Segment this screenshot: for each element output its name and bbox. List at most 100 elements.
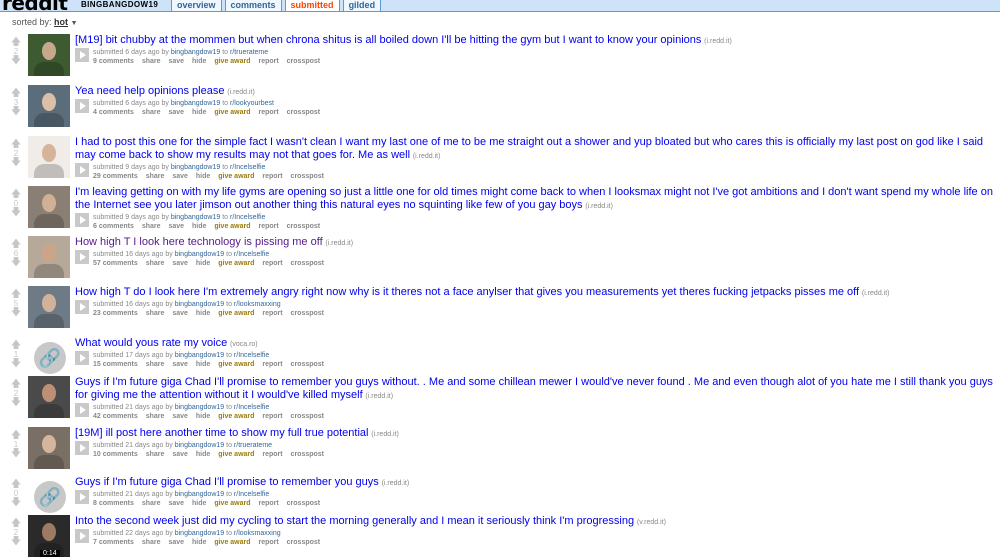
- subreddit-link[interactable]: r/Incelselfie: [234, 404, 269, 411]
- subreddit-link[interactable]: r/Incelselfie: [234, 491, 269, 498]
- report-button[interactable]: report: [262, 310, 282, 317]
- expando-play-icon[interactable]: [75, 163, 89, 177]
- tab-overview[interactable]: overview: [171, 0, 222, 11]
- hide-button[interactable]: hide: [196, 451, 210, 458]
- link-thumbnail[interactable]: 🔗: [28, 337, 70, 379]
- comments-link[interactable]: 8 comments: [93, 500, 134, 507]
- crosspost-button[interactable]: crosspost: [287, 109, 320, 116]
- share-button[interactable]: share: [142, 109, 161, 116]
- give-award-button[interactable]: give award: [218, 260, 254, 267]
- crosspost-button[interactable]: crosspost: [291, 361, 324, 368]
- post-title[interactable]: I'm leaving getting on with my life gyms…: [75, 186, 993, 211]
- tab-comments[interactable]: comments: [224, 0, 282, 11]
- save-button[interactable]: save: [168, 500, 184, 507]
- post-title[interactable]: Guys if I'm future giga Chad I'll promis…: [75, 476, 379, 488]
- save-button[interactable]: save: [168, 223, 184, 230]
- post-title[interactable]: Into the second week just did my cycling…: [75, 515, 634, 527]
- share-button[interactable]: share: [142, 223, 161, 230]
- author-link[interactable]: bingbangdow19: [175, 491, 224, 498]
- hide-button[interactable]: hide: [192, 500, 206, 507]
- upvote-arrow-icon[interactable]: 🡅: [8, 431, 24, 441]
- crosspost-button[interactable]: crosspost: [291, 260, 324, 267]
- post-domain[interactable]: (i.redd.it): [365, 393, 393, 400]
- expando-play-icon[interactable]: [75, 351, 89, 365]
- post-domain[interactable]: (i.redd.it): [585, 203, 613, 210]
- comments-link[interactable]: 42 comments: [93, 413, 138, 420]
- author-link[interactable]: bingbangdow19: [171, 49, 220, 56]
- sort-dropdown[interactable]: hot: [54, 17, 68, 27]
- subreddit-link[interactable]: r/lookyourbest: [230, 100, 274, 107]
- downvote-arrow-icon[interactable]: 🡇: [8, 158, 24, 168]
- upvote-arrow-icon[interactable]: 🡅: [8, 480, 24, 490]
- report-button[interactable]: report: [262, 361, 282, 368]
- upvote-arrow-icon[interactable]: 🡅: [8, 519, 24, 529]
- comments-link[interactable]: 29 comments: [93, 173, 138, 180]
- expando-play-icon[interactable]: [75, 529, 89, 543]
- subreddit-link[interactable]: r/Incelselfie: [234, 251, 269, 258]
- give-award-button[interactable]: give award: [218, 310, 254, 317]
- give-award-button[interactable]: give award: [214, 539, 250, 546]
- comments-link[interactable]: 10 comments: [93, 451, 138, 458]
- comments-link[interactable]: 4 comments: [93, 109, 134, 116]
- post-title[interactable]: I had to post this one for the simple fa…: [75, 136, 983, 161]
- comments-link[interactable]: 15 comments: [93, 361, 138, 368]
- hide-button[interactable]: hide: [196, 173, 210, 180]
- save-button[interactable]: save: [168, 109, 184, 116]
- save-button[interactable]: save: [172, 361, 188, 368]
- share-button[interactable]: share: [146, 310, 165, 317]
- hide-button[interactable]: hide: [192, 109, 206, 116]
- give-award-button[interactable]: give award: [218, 451, 254, 458]
- comments-link[interactable]: 6 comments: [93, 223, 134, 230]
- expando-play-icon[interactable]: [75, 99, 89, 113]
- post-title[interactable]: What would yous rate my voice: [75, 337, 227, 349]
- post-domain[interactable]: (i.redd.it): [704, 38, 732, 45]
- post-thumbnail[interactable]: [28, 427, 70, 469]
- post-title[interactable]: How high T do I look here I'm extremely …: [75, 286, 859, 298]
- crosspost-button[interactable]: crosspost: [287, 58, 320, 65]
- post-domain[interactable]: (i.redd.it): [371, 431, 399, 438]
- crosspost-button[interactable]: crosspost: [291, 413, 324, 420]
- expando-play-icon[interactable]: [75, 48, 89, 62]
- upvote-arrow-icon[interactable]: 🡅: [8, 190, 24, 200]
- reddit-logo[interactable]: reddit: [2, 0, 68, 11]
- subreddit-link[interactable]: r/Incelselfie: [234, 352, 269, 359]
- post-thumbnail[interactable]: [28, 376, 70, 418]
- expando-play-icon[interactable]: [75, 403, 89, 417]
- post-thumbnail[interactable]: [28, 85, 70, 127]
- downvote-arrow-icon[interactable]: 🡇: [8, 308, 24, 318]
- post-domain[interactable]: (i.redd.it): [862, 290, 890, 297]
- upvote-arrow-icon[interactable]: 🡅: [8, 341, 24, 351]
- expando-play-icon[interactable]: [75, 300, 89, 314]
- upvote-arrow-icon[interactable]: 🡅: [8, 38, 24, 48]
- crosspost-button[interactable]: crosspost: [291, 451, 324, 458]
- expando-play-icon[interactable]: [75, 490, 89, 504]
- give-award-button[interactable]: give award: [214, 109, 250, 116]
- crosspost-button[interactable]: crosspost: [287, 223, 320, 230]
- author-link[interactable]: bingbangdow19: [171, 214, 220, 221]
- chevron-down-icon[interactable]: ▼: [71, 20, 78, 27]
- post-thumbnail[interactable]: 0:14: [28, 515, 70, 557]
- share-button[interactable]: share: [146, 260, 165, 267]
- give-award-button[interactable]: give award: [214, 58, 250, 65]
- tab-gilded[interactable]: gilded: [342, 0, 382, 11]
- save-button[interactable]: save: [172, 310, 188, 317]
- hide-button[interactable]: hide: [196, 260, 210, 267]
- comments-link[interactable]: 23 comments: [93, 310, 138, 317]
- share-button[interactable]: share: [146, 451, 165, 458]
- post-thumbnail[interactable]: [28, 286, 70, 328]
- report-button[interactable]: report: [262, 173, 282, 180]
- report-button[interactable]: report: [258, 539, 278, 546]
- downvote-arrow-icon[interactable]: 🡇: [8, 208, 24, 218]
- author-link[interactable]: bingbangdow19: [175, 442, 224, 449]
- report-button[interactable]: report: [258, 223, 278, 230]
- report-button[interactable]: report: [258, 500, 278, 507]
- downvote-arrow-icon[interactable]: 🡇: [8, 258, 24, 268]
- upvote-arrow-icon[interactable]: 🡅: [8, 240, 24, 250]
- post-thumbnail[interactable]: [28, 34, 70, 76]
- share-button[interactable]: share: [142, 58, 161, 65]
- hide-button[interactable]: hide: [192, 539, 206, 546]
- give-award-button[interactable]: give award: [218, 361, 254, 368]
- hide-button[interactable]: hide: [196, 413, 210, 420]
- share-button[interactable]: share: [146, 361, 165, 368]
- expando-play-icon[interactable]: [75, 213, 89, 227]
